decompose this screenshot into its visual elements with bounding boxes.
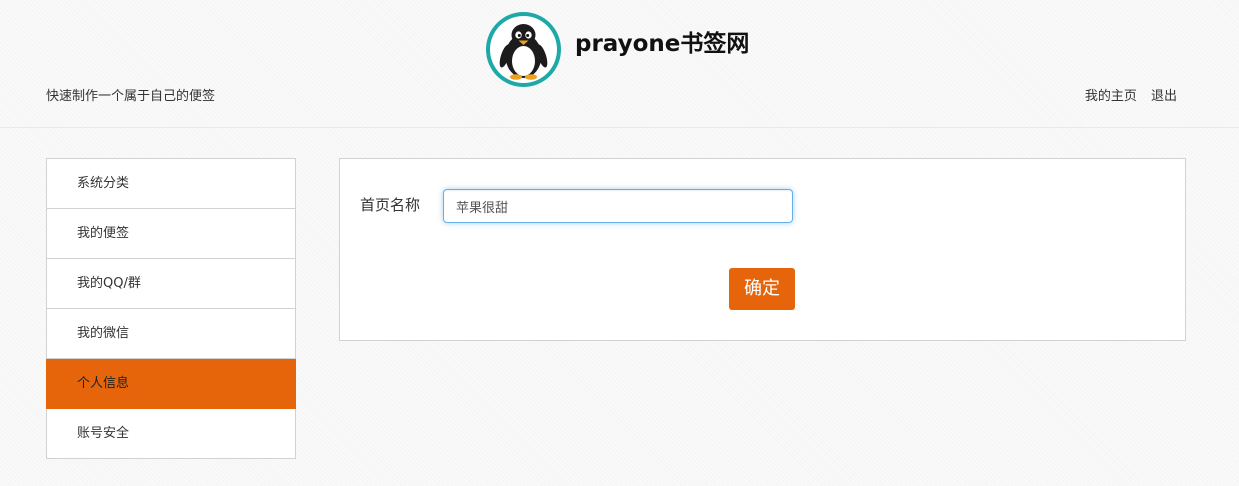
sidebar-item-my-wechat[interactable]: 我的微信 [47, 309, 295, 359]
sidebar-item-my-qq[interactable]: 我的QQ/群 [47, 259, 295, 309]
site-header: prayone书签网 快速制作一个属于自己的便签 我的主页 退出 [0, 0, 1239, 128]
confirm-button[interactable]: 确定 [729, 268, 795, 310]
top-nav: 我的主页 退出 [1075, 87, 1177, 107]
site-title: prayone书签网 [575, 31, 750, 57]
my-homepage-link[interactable]: 我的主页 [1085, 89, 1137, 104]
penguin-avatar-icon [499, 24, 548, 80]
sidebar-item-personal-info[interactable]: 个人信息 [46, 359, 296, 409]
homepage-name-input[interactable] [443, 189, 793, 223]
sidebar-item-my-notes[interactable]: 我的便签 [47, 209, 295, 259]
site-tagline: 快速制作一个属于自己的便签 [46, 89, 216, 104]
sidebar-item-account-security[interactable]: 账号安全 [47, 409, 295, 459]
homepage-name-label: 首页名称 [360, 196, 421, 214]
sidebar-item-system-categories[interactable]: 系统分类 [47, 159, 295, 209]
site-logo[interactable] [486, 12, 561, 87]
personal-info-panel: 首页名称 确定 [339, 158, 1186, 341]
sidebar-menu: 系统分类 我的便签 我的QQ/群 我的微信 个人信息 账号安全 [46, 158, 296, 459]
logout-link[interactable]: 退出 [1151, 89, 1177, 104]
